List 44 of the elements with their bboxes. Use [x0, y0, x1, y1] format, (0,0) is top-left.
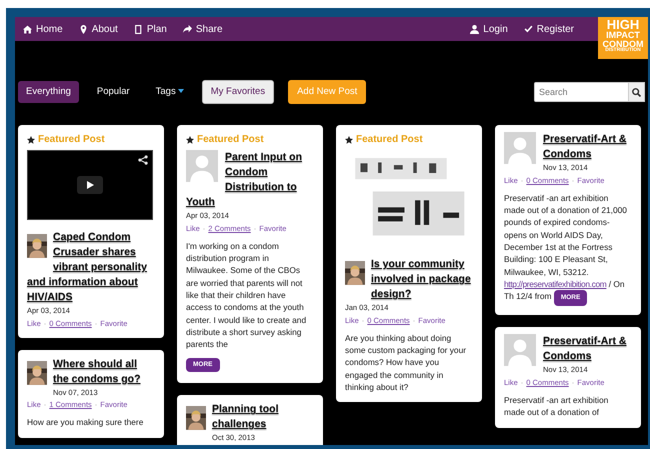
play-icon	[86, 181, 94, 190]
caret-icon	[178, 89, 184, 94]
star-icon	[27, 136, 35, 144]
search-field[interactable]: Search	[534, 82, 629, 102]
star-icon	[186, 136, 194, 144]
post-title[interactable]: Is your community involved in package design?	[345, 257, 471, 302]
post-excerpt: I'm working on a condom distribution program in Milwaukee. Some of the CBOs are worried that parents will not like that their children have access to condoms at the youth center. I would like to create and distribute a short survey asking parents the	[186, 240, 308, 350]
post-excerpt: Are you thinking about doing some custom packaging for your condoms? How have you engaged the community in thinking about it?	[345, 332, 468, 394]
home-icon	[23, 24, 32, 34]
avatar-icon	[504, 334, 536, 366]
share-icon[interactable]	[138, 155, 148, 166]
post-title[interactable]: Caped Condom Crusader shares vibrant personality and information about HIV/AIDS	[27, 230, 153, 306]
nav-link[interactable]: Login	[470, 22, 508, 36]
user-icon	[470, 24, 480, 34]
post-title[interactable]: Parent Input on Condom Distribution to Youth	[186, 150, 312, 210]
post-title[interactable]: Preservatif-Art & Condoms	[504, 132, 630, 162]
post-title[interactable]: Where should all the condoms go?	[27, 356, 153, 387]
post-title[interactable]: Preservatif-Art & Condoms	[504, 334, 630, 364]
featured-label: Featured Post	[356, 133, 423, 148]
filter-tab[interactable]: Everything	[18, 81, 79, 104]
post-excerpt: Preservatif -an art exhibition made out of a donation of	[504, 394, 610, 419]
play-button[interactable]	[77, 176, 103, 194]
nav-link[interactable]: Home	[23, 22, 63, 36]
search-button[interactable]	[629, 82, 645, 102]
post-title[interactable]: Planning tool challenges	[186, 402, 312, 432]
star-icon	[345, 136, 353, 144]
featured-label: Featured Post	[197, 133, 264, 148]
tags-dropdown[interactable]: Tags	[148, 81, 192, 104]
search-icon	[632, 88, 641, 97]
link[interactable]: http://preservatifexhibition.com	[504, 278, 606, 289]
share-arrow-icon	[182, 24, 192, 34]
post-excerpt: How are you making sure there	[27, 416, 144, 429]
avatar-icon	[504, 132, 536, 164]
nav-link[interactable]: Register	[524, 22, 574, 36]
nav-link[interactable]: About	[78, 22, 118, 36]
book-icon	[134, 24, 143, 34]
map-marker-icon	[78, 24, 88, 34]
featured-label: Featured Post	[38, 133, 105, 148]
filter-tab[interactable]: My Favorites	[202, 80, 274, 104]
check-icon	[524, 24, 533, 34]
nav-link[interactable]: Plan	[134, 22, 167, 36]
nav-link[interactable]: Share	[182, 22, 223, 36]
avatar-icon	[186, 150, 218, 182]
filter-tab[interactable]: Popular	[88, 81, 138, 104]
